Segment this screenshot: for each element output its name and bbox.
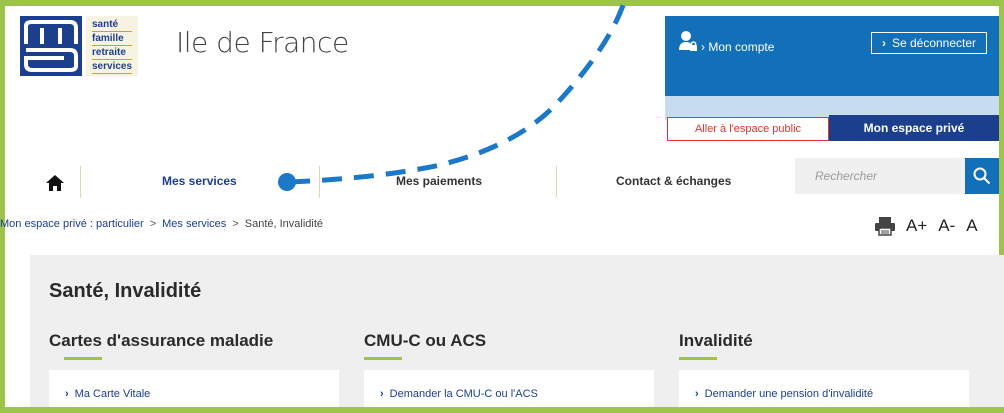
- callout-dashed-line: [278, 0, 628, 191]
- frame-bottom: [0, 407, 1004, 413]
- callout-dot: [278, 173, 296, 191]
